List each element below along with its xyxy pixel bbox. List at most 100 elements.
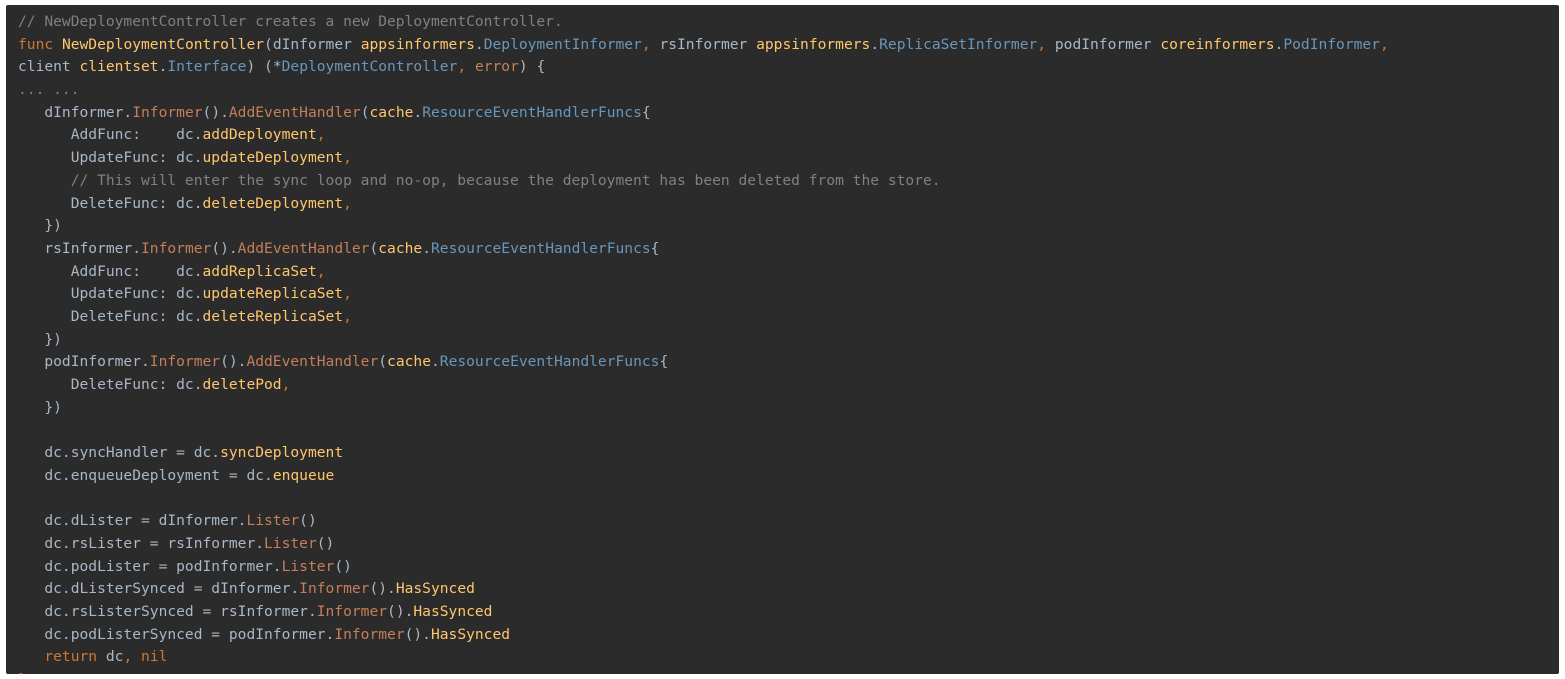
- code-token-method: Informer: [141, 239, 212, 257]
- code-token-keyword: ,: [1037, 35, 1055, 53]
- code-token-method: AddEventHandler: [237, 239, 370, 257]
- code-line: ... ...: [18, 79, 1559, 102]
- code-line: dc.rsLister = rsInformer.Lister(): [18, 533, 1559, 556]
- code-line: // NewDeploymentController creates a new…: [18, 11, 1559, 34]
- code-token-plain: {: [659, 353, 669, 371]
- code-line: dc.rsListerSynced = rsInformer.Informer(…: [18, 601, 1559, 624]
- code-token-method: Informer: [316, 602, 388, 620]
- code-token-comment: ... ...: [18, 81, 80, 99]
- code-token-plain: UpdateFunc: dc.: [18, 285, 203, 303]
- code-token-method: Informer: [334, 625, 405, 643]
- code-token-plain: }): [18, 398, 62, 416]
- code-line: AddFunc: dc.addReplicaSet,: [18, 261, 1559, 284]
- code-token-function: deletePod: [202, 376, 282, 393]
- code-token-function: cache: [378, 239, 423, 257]
- code-token-plain: podInformer: [1054, 35, 1161, 53]
- code-line: dc.podLister = podInformer.Lister(): [18, 556, 1559, 579]
- code-line: dc.enqueueDeployment = dc.enqueue: [18, 465, 1559, 488]
- code-token-method: Informer: [299, 580, 370, 598]
- code-line: dc.podListerSynced = podInformer.Informe…: [18, 624, 1559, 647]
- code-token-type: DeploymentController: [281, 58, 458, 76]
- code-line: rsInformer.Informer().AddEventHandler(ca…: [18, 238, 1559, 261]
- code-token-type: Interface: [167, 58, 247, 76]
- code-line: dInformer.Informer().AddEventHandler(cac…: [18, 102, 1559, 125]
- code-line: AddFunc: dc.addDeployment,: [18, 124, 1559, 147]
- code-line: client clientset.Interface) (*Deployment…: [18, 56, 1559, 79]
- code-token-plain: dc.syncHandler = dc.: [18, 444, 221, 462]
- code-token-function: updateReplicaSet: [202, 285, 344, 303]
- code-token-plain: }): [18, 330, 62, 348]
- code-token-function: clientset: [79, 58, 159, 76]
- code-line: return dc, nil: [18, 646, 1559, 669]
- code-token-function: appsinformers: [756, 35, 871, 53]
- code-token-plain: dc.podListerSynced = podInformer.: [18, 625, 335, 643]
- code-token-keyword: ,: [1380, 35, 1389, 53]
- code-token-plain: .: [422, 239, 431, 257]
- code-token-function: deleteDeployment: [202, 194, 344, 212]
- code-token-comment: // NewDeploymentController creates a new…: [18, 13, 563, 30]
- code-token-plain: rsInformer: [659, 35, 757, 53]
- code-token-function: syncDeployment: [220, 444, 344, 462]
- code-token-plain: dc.enqueueDeployment = dc.: [18, 466, 273, 484]
- code-token-method: Lister: [281, 557, 335, 575]
- code-token-keyword: nil: [141, 648, 168, 666]
- code-token-plain: (dInformer: [264, 35, 361, 53]
- code-line: dc.syncHandler = dc.syncDeployment: [18, 442, 1559, 465]
- code-token-type: ReplicaSetInformer: [879, 35, 1038, 53]
- code-line: }): [18, 329, 1559, 352]
- code-token-plain: {: [641, 103, 651, 121]
- code-token-method: Informer: [132, 103, 203, 121]
- code-token-keyword: ,: [281, 376, 291, 393]
- code-token-method: Informer: [149, 353, 221, 371]
- code-token-function: appsinformers: [360, 35, 475, 53]
- code-token-plain: rsInformer.: [18, 239, 142, 257]
- code-line: podInformer.Informer().AddEventHandler(c…: [18, 351, 1559, 374]
- code-token-method: Lister: [264, 534, 317, 552]
- code-line: }): [18, 215, 1559, 238]
- code-token-function: deleteReplicaSet: [202, 307, 344, 325]
- code-token-keyword: ,: [343, 307, 352, 325]
- code-token-function: updateDeployment: [202, 149, 344, 167]
- code-line: dc.dListerSynced = dInformer.Informer().…: [18, 578, 1559, 601]
- code-token-plain: dc: [105, 648, 124, 666]
- code-token-function: NewDeploymentController: [61, 35, 265, 53]
- code-token-plain: DeleteFunc: dc.: [18, 307, 203, 325]
- code-token-plain: dc.rsListerSynced = rsInformer.: [18, 602, 317, 620]
- code-token-plain: ) (*: [246, 58, 282, 76]
- code-token-type: ResourceEventHandlerFuncs: [439, 353, 660, 371]
- code-token-keyword: ,: [123, 648, 142, 666]
- code-token-keyword: return: [18, 648, 106, 666]
- code-token-comment: // This will enter the sync loop and no-…: [18, 171, 941, 189]
- code-token-plain: (): [334, 557, 352, 575]
- code-token-plain: ) {: [518, 58, 546, 76]
- code-token-type: DeploymentInformer: [483, 35, 642, 53]
- code-token-type: PodInformer: [1283, 35, 1380, 53]
- code-token-function: HasSynced: [395, 580, 475, 598]
- code-token-method: AddEventHandler: [228, 103, 361, 121]
- code-token-keyword: }: [18, 671, 27, 674]
- code-token-keyword: func: [18, 35, 62, 53]
- code-token-plain: .: [870, 35, 880, 53]
- code-token-plain: client: [18, 58, 80, 76]
- code-token-plain: (): [299, 512, 317, 530]
- code-token-plain: dInformer.: [18, 103, 133, 121]
- code-token-function: enqueue: [272, 466, 335, 484]
- code-token-plain: ().: [220, 353, 247, 371]
- code-token-plain: ().: [369, 580, 396, 598]
- code-token-function: HasSynced: [430, 625, 511, 643]
- code-line: DeleteFunc: dc.deleteReplicaSet,: [18, 306, 1559, 329]
- code-token-keyword: ,: [641, 35, 660, 53]
- code-token-function: addReplicaSet: [202, 262, 317, 280]
- code-line: DeleteFunc: dc.deletePod,: [18, 374, 1559, 397]
- code-line: // This will enter the sync loop and no-…: [18, 170, 1559, 193]
- code-token-type: ResourceEventHandlerFuncs: [431, 239, 651, 257]
- code-token-plain: dc.rsLister = rsInformer.: [18, 534, 265, 552]
- code-token-type: ResourceEventHandlerFuncs: [422, 103, 642, 121]
- code-line: }: [18, 669, 1559, 674]
- code-lines: // NewDeploymentController creates a new…: [18, 11, 1559, 674]
- code-token-method: error: [474, 58, 519, 76]
- code-token-plain: dc.dListerSynced = dInformer.: [18, 580, 300, 598]
- code-token-plain: (): [316, 534, 335, 552]
